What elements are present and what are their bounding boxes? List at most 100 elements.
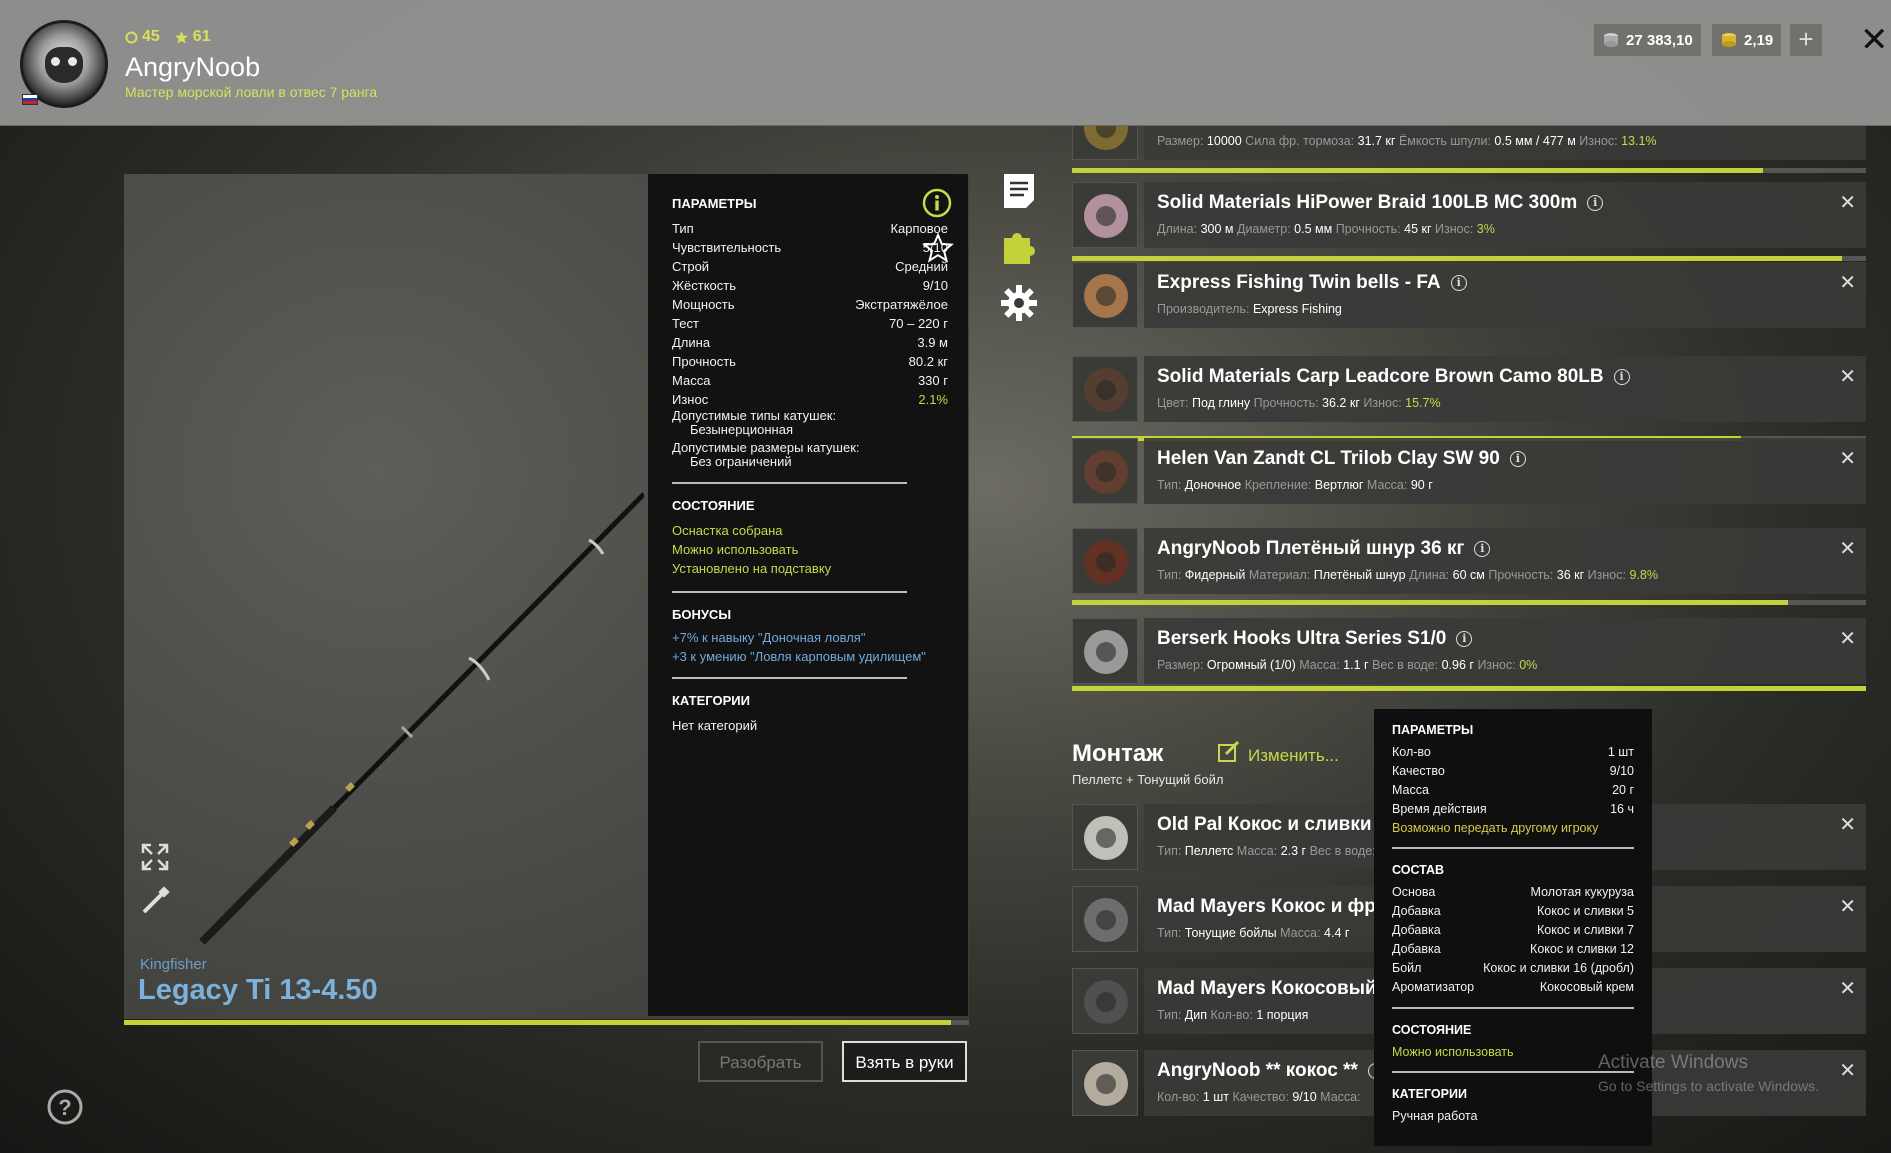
property-value: Тонущие бойлы	[1184, 926, 1277, 940]
remove-close-icon[interactable]: ✕	[1839, 812, 1856, 837]
remove-close-icon[interactable]: ✕	[1839, 976, 1856, 1001]
info-icon[interactable]: i	[1474, 541, 1491, 557]
property-value: Плетёный шнур	[1313, 568, 1406, 582]
categories-title: КАТЕГОРИИ	[672, 693, 750, 708]
remove-close-icon[interactable]: ✕	[1839, 894, 1856, 919]
parameter-value: 9/10	[922, 278, 948, 293]
info-icon[interactable]	[922, 188, 952, 218]
tackle-name-text: Old Pal Кокос и сливки 1	[1157, 814, 1388, 835]
parameter-row: Длина 3.9 м	[672, 333, 948, 352]
gold-balance[interactable]: 2,19	[1712, 24, 1782, 56]
parameter-label: Тест	[672, 316, 699, 331]
avatar-face-icon	[45, 47, 83, 83]
property-label: Тип:	[1157, 478, 1182, 492]
tackle-thumbnail	[1072, 886, 1138, 952]
disassemble-button[interactable]: Разобрать	[698, 1041, 823, 1082]
add-currency-button[interactable]: +	[1790, 24, 1822, 56]
composition-value: Кокос и сливки 12	[1530, 942, 1634, 956]
parameter-value: Экстратяжёлое	[855, 297, 948, 312]
paint-brush-icon[interactable]	[140, 886, 170, 916]
rod-preview[interactable]: ПАРАМЕТРЫ Тип Карповое Чувствительность 5/1…	[124, 174, 969, 1019]
tackle-thumbnail	[1072, 528, 1138, 594]
property-value: 36 кг	[1556, 568, 1585, 582]
gold-coins-icon	[1722, 33, 1736, 47]
remove-close-icon[interactable]: ✕	[1839, 536, 1856, 561]
favorite-star-icon[interactable]	[922, 232, 954, 264]
puzzle-icon[interactable]	[1000, 228, 1038, 266]
silver-balance[interactable]: 27 383,10	[1594, 24, 1701, 56]
parameter-row: Тип Карповое	[672, 219, 948, 238]
take-in-hands-button[interactable]: Взять в руки	[842, 1041, 967, 1082]
tooltip-parameter-label: Кол-во	[1392, 745, 1431, 759]
remove-close-icon[interactable]: ✕	[1839, 446, 1856, 471]
parameter-row: Чувствительность 5/10	[672, 238, 948, 257]
property-value: 0.96 г	[1441, 658, 1474, 672]
level-stat: 45	[125, 28, 160, 46]
state-item: Можно использовать	[672, 542, 799, 557]
rod-image	[199, 492, 644, 945]
remove-close-icon[interactable]: ✕	[1839, 1058, 1856, 1083]
remove-close-icon[interactable]: ✕	[1839, 364, 1856, 389]
property-value: 0.5 мм / 477 м	[1494, 134, 1576, 148]
gear-icon[interactable]	[1000, 284, 1038, 322]
tackle-properties: Кол-во: 1 шт Качество: 9/10 Масса:	[1157, 1090, 1361, 1104]
tackle-name: Berserk Hooks Ultra Series S1/0 i	[1157, 628, 1473, 650]
remove-close-icon[interactable]: ✕	[1839, 270, 1856, 295]
tackle-thumbnail	[1072, 182, 1138, 248]
tooltip-parameters-list: Кол-во 1 шт Качество 9/10 Масса 20 г Время дей…	[1392, 743, 1634, 819]
composition-value: Кокос и сливки 16 (дробл)	[1483, 961, 1634, 975]
property-label: Ёмкость шпули:	[1398, 134, 1491, 148]
property-label: Тип:	[1157, 1008, 1182, 1022]
property-value: 10000	[1206, 134, 1242, 148]
composition-row: Добавка Кокос и сливки 5	[1392, 902, 1634, 921]
info-icon[interactable]: i	[1450, 275, 1467, 291]
parameter-label: Жёсткость	[672, 278, 736, 293]
composition-label: Бойл	[1392, 961, 1422, 975]
property-label: Диаметр:	[1236, 222, 1291, 236]
tackle-row[interactable]: Helen Van Zandt CL Trilob Clay SW 90 i Тип…	[1072, 438, 1866, 504]
close-icon[interactable]: ✕	[1860, 20, 1889, 60]
property-label: Масса:	[1366, 478, 1408, 492]
tackle-thumb-icon	[1084, 274, 1128, 318]
composition-label: Добавка	[1392, 942, 1441, 956]
tackle-properties: Тип: Доночное Крепление: Вертлюг Масса: …	[1157, 478, 1433, 492]
tackle-name-text: Mad Mayers Кокосовый	[1157, 978, 1377, 999]
help-icon[interactable]: ?	[46, 1088, 84, 1126]
fullscreen-expand-icon[interactable]	[140, 842, 170, 872]
info-icon[interactable]: i	[1456, 631, 1473, 647]
tackle-row[interactable]: Berserk Hooks Ultra Series S1/0 i Размер: …	[1072, 618, 1866, 684]
info-icon[interactable]: i	[1509, 451, 1526, 467]
svg-text:?: ?	[58, 1095, 71, 1120]
tackle-row[interactable]: Express Fishing Twin bells - FA i Производ…	[1072, 262, 1866, 328]
rod-parameters-panel: ПАРАМЕТРЫ Тип Карповое Чувствительность 5/1…	[648, 174, 968, 1016]
property-value: 4.4 г	[1324, 926, 1350, 940]
tackle-name: AngryNoob ** кокос **i	[1157, 1060, 1384, 1082]
tooltip-parameter-label: Масса	[1392, 783, 1429, 797]
remove-close-icon[interactable]: ✕	[1839, 626, 1856, 651]
property-label: Прочность:	[1335, 222, 1401, 236]
edit-montage-link[interactable]: Изменить...	[1248, 746, 1339, 766]
tackle-row[interactable]: Solid Materials HiPower Braid 100LB MC 3…	[1072, 182, 1866, 248]
gold-amount: 2,19	[1744, 31, 1774, 49]
tackle-thumb-icon	[1084, 898, 1128, 942]
info-icon[interactable]: i	[1613, 369, 1630, 385]
tooltip-parameter-row: Время действия 16 ч	[1392, 800, 1634, 819]
tackle-wear-bar	[1072, 686, 1866, 691]
info-icon[interactable]: i	[1587, 195, 1604, 211]
tackle-row[interactable]: AngryNoob Плетёный шнур 36 кг i Тип: Фидер…	[1072, 528, 1866, 594]
edit-icon[interactable]	[1217, 740, 1241, 764]
tackle-name-text: Berserk Hooks Ultra Series S1/0	[1157, 628, 1447, 649]
tackle-thumb-icon	[1084, 540, 1128, 584]
property-value: Доночное	[1184, 478, 1242, 492]
remove-close-icon[interactable]: ✕	[1839, 190, 1856, 215]
tackle-properties: Тип: Дип Кол-во: 1 порция	[1157, 1008, 1308, 1022]
tackle-row[interactable]: Solid Materials Carp Leadcore Brown Camo…	[1072, 356, 1866, 422]
parameter-value: 80.2 кг	[908, 354, 948, 369]
composition-value: Молотая кукуруза	[1530, 885, 1634, 899]
parameter-value: 3.9 м	[917, 335, 948, 350]
divider	[672, 591, 907, 593]
property-value: 2.3 г	[1280, 844, 1307, 858]
user-title: Мастер морской ловли в отвес 7 ранга	[125, 84, 378, 100]
notes-icon[interactable]	[1000, 172, 1038, 210]
tooltip-parameter-value: 1 шт	[1607, 745, 1634, 759]
